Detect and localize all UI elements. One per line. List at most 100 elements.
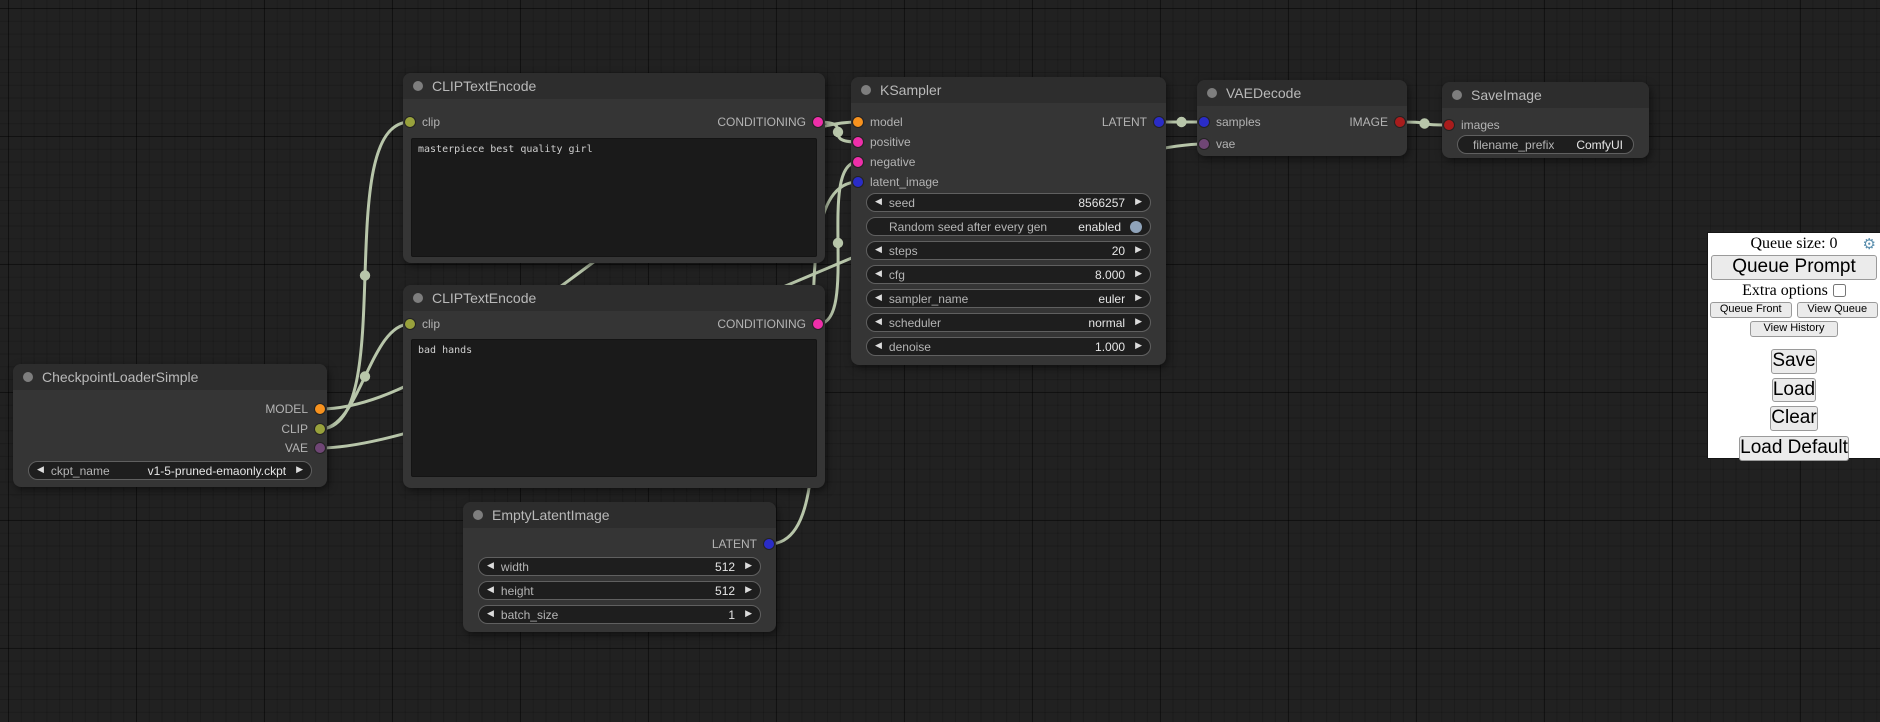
latent-output-slot[interactable]: LATENT (1102, 115, 1164, 129)
widget-steps[interactable]: ◀steps20▶ (866, 241, 1151, 260)
image-output-dot-icon[interactable] (1395, 117, 1405, 127)
collapse-dot-icon[interactable] (1207, 88, 1217, 98)
node-titlebar[interactable]: CheckpointLoaderSimple (13, 364, 327, 390)
widget-ckpt-name[interactable]: ◀ckpt_namev1-5-pruned-emaonly.ckpt▶ (28, 461, 312, 480)
decrement-arrow-icon[interactable]: ◀ (875, 342, 882, 351)
conditioning-output-dot-icon[interactable] (813, 117, 823, 127)
node-titlebar[interactable]: KSampler (851, 77, 1166, 103)
node-titlebar[interactable]: CLIPTextEncode (403, 285, 825, 311)
positive-input-slot[interactable]: positive (853, 135, 911, 149)
clip-output-dot-icon[interactable] (315, 424, 325, 434)
widget-scheduler[interactable]: ◀schedulernormal▶ (866, 313, 1151, 332)
widget-seed[interactable]: ◀seed8566257▶ (866, 193, 1151, 212)
model-input-dot-icon[interactable] (853, 117, 863, 127)
conditioning-output-dot-icon[interactable] (813, 319, 823, 329)
increment-arrow-icon[interactable]: ▶ (745, 562, 752, 571)
increment-arrow-icon[interactable]: ▶ (1135, 246, 1142, 255)
images-input-slot[interactable]: images (1444, 118, 1500, 132)
node-titlebar[interactable]: CLIPTextEncode (403, 73, 825, 99)
vae-input-dot-icon[interactable] (1199, 139, 1209, 149)
collapse-dot-icon[interactable] (1452, 90, 1462, 100)
node-save-image[interactable]: SaveImage images filename_prefixComfyUI (1442, 82, 1649, 158)
model-output-slot[interactable]: MODEL (265, 402, 325, 416)
samples-input-slot[interactable]: samples (1199, 115, 1261, 129)
increment-arrow-icon[interactable]: ▶ (1135, 342, 1142, 351)
decrement-arrow-icon[interactable]: ◀ (37, 466, 44, 475)
view-history-button[interactable]: View History (1750, 321, 1838, 337)
collapse-dot-icon[interactable] (861, 85, 871, 95)
node-empty-latent-image[interactable]: EmptyLatentImage LATENT ◀width512▶ ◀height5… (463, 502, 776, 632)
vae-output-slot[interactable]: VAE (285, 441, 325, 455)
increment-arrow-icon[interactable]: ▶ (1135, 294, 1142, 303)
increment-arrow-icon[interactable]: ▶ (296, 466, 303, 475)
widget-sampler-name[interactable]: ◀sampler_nameeuler▶ (866, 289, 1151, 308)
samples-input-dot-icon[interactable] (1199, 117, 1209, 127)
collapse-dot-icon[interactable] (23, 372, 33, 382)
widget-random-seed-after-every-gen[interactable]: Random seed after every genenabled (866, 217, 1151, 236)
negative-input-dot-icon[interactable] (853, 157, 863, 167)
vae-output-dot-icon[interactable] (315, 443, 325, 453)
increment-arrow-icon[interactable]: ▶ (745, 610, 752, 619)
latent-output-slot[interactable]: LATENT (712, 537, 774, 551)
collapse-dot-icon[interactable] (413, 293, 423, 303)
model-output-dot-icon[interactable] (315, 404, 325, 414)
decrement-arrow-icon[interactable]: ◀ (875, 294, 882, 303)
node-clip-text-encode-negative[interactable]: CLIPTextEncode clip CONDITIONING (403, 285, 825, 488)
node-checkpoint-loader-simple[interactable]: CheckpointLoaderSimple MODEL CLIP VAE ◀ckpt_… (13, 364, 327, 487)
decrement-arrow-icon[interactable]: ◀ (875, 198, 882, 207)
conditioning-output-slot[interactable]: CONDITIONING (717, 317, 823, 331)
decrement-arrow-icon[interactable]: ◀ (875, 318, 882, 327)
clip-input-dot-icon[interactable] (405, 117, 415, 127)
model-input-slot[interactable]: model (853, 115, 903, 129)
node-ksampler[interactable]: KSampler model positive negative latent_imag… (851, 77, 1166, 365)
latent-output-dot-icon[interactable] (764, 539, 774, 549)
save-button[interactable]: Save (1771, 349, 1816, 374)
increment-arrow-icon[interactable]: ▶ (1135, 318, 1142, 327)
node-vae-decode[interactable]: VAEDecode samples vae IMAGE (1197, 80, 1407, 156)
vae-input-slot[interactable]: vae (1199, 137, 1235, 151)
prompt-textarea[interactable] (411, 339, 817, 477)
queue-front-button[interactable]: Queue Front (1710, 302, 1792, 318)
clip-output-slot[interactable]: CLIP (281, 422, 325, 436)
clip-input-dot-icon[interactable] (405, 319, 415, 329)
latent_image-input-slot[interactable]: latent_image (853, 175, 939, 189)
load-default-button[interactable]: Load Default (1739, 436, 1849, 461)
widget-height[interactable]: ◀height512▶ (478, 581, 761, 600)
widget-denoise[interactable]: ◀denoise1.000▶ (866, 337, 1151, 356)
queue-prompt-button[interactable]: Queue Prompt (1711, 255, 1877, 280)
toggle-knob-icon[interactable] (1130, 221, 1142, 233)
decrement-arrow-icon[interactable]: ◀ (487, 562, 494, 571)
clear-button[interactable]: Clear (1770, 406, 1817, 431)
decrement-arrow-icon[interactable]: ◀ (487, 586, 494, 595)
node-titlebar[interactable]: SaveImage (1442, 82, 1649, 108)
conditioning-output-slot[interactable]: CONDITIONING (717, 115, 823, 129)
decrement-arrow-icon[interactable]: ◀ (487, 610, 494, 619)
collapse-dot-icon[interactable] (413, 81, 423, 91)
widget-filename-prefix[interactable]: filename_prefixComfyUI (1457, 135, 1634, 154)
increment-arrow-icon[interactable]: ▶ (1135, 198, 1142, 207)
images-input-dot-icon[interactable] (1444, 120, 1454, 130)
decrement-arrow-icon[interactable]: ◀ (875, 270, 882, 279)
clip-input-slot[interactable]: clip (405, 317, 440, 331)
increment-arrow-icon[interactable]: ▶ (1135, 270, 1142, 279)
image-output-slot[interactable]: IMAGE (1349, 115, 1405, 129)
positive-input-dot-icon[interactable] (853, 137, 863, 147)
load-button[interactable]: Load (1772, 378, 1816, 403)
widget-width[interactable]: ◀width512▶ (478, 557, 761, 576)
decrement-arrow-icon[interactable]: ◀ (875, 246, 882, 255)
node-titlebar[interactable]: VAEDecode (1197, 80, 1407, 106)
widget-batch-size[interactable]: ◀batch_size1▶ (478, 605, 761, 624)
node-clip-text-encode-positive[interactable]: CLIPTextEncode clip CONDITIONING (403, 73, 825, 263)
increment-arrow-icon[interactable]: ▶ (745, 586, 752, 595)
extra-options-checkbox[interactable] (1833, 284, 1846, 297)
widget-cfg[interactable]: ◀cfg8.000▶ (866, 265, 1151, 284)
node-titlebar[interactable]: EmptyLatentImage (463, 502, 776, 528)
latent-output-dot-icon[interactable] (1154, 117, 1164, 127)
negative-input-slot[interactable]: negative (853, 155, 915, 169)
prompt-textarea[interactable] (411, 138, 817, 257)
settings-gear-icon[interactable]: ⚙ (1863, 235, 1876, 253)
collapse-dot-icon[interactable] (473, 510, 483, 520)
view-queue-button[interactable]: View Queue (1797, 302, 1879, 318)
comfyui-canvas[interactable]: { "app_title": "ComfyUI node graph", "co… (0, 0, 1880, 722)
clip-input-slot[interactable]: clip (405, 115, 440, 129)
